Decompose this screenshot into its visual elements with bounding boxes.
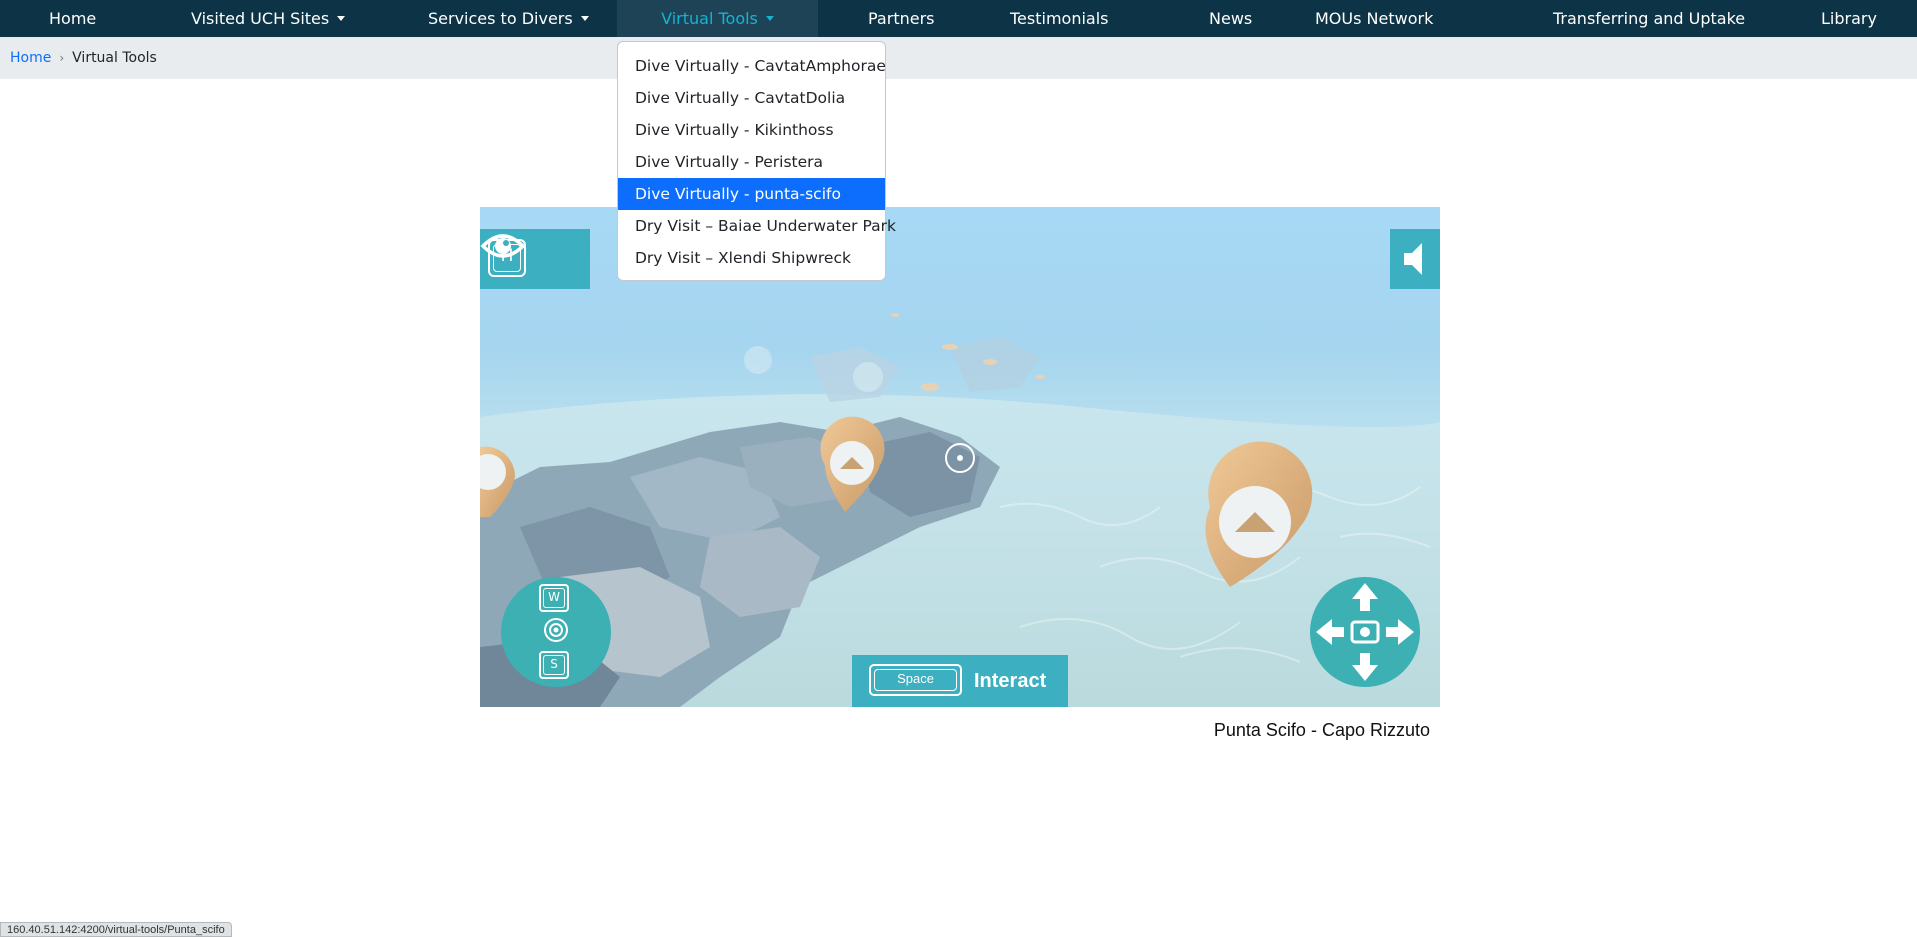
nav-virtual-tools[interactable]: Virtual Tools bbox=[617, 0, 818, 37]
nav-visited-uch-sites[interactable]: Visited UCH Sites bbox=[191, 0, 346, 37]
dropdown-item-baiae[interactable]: Dry Visit – Baiae Underwater Park bbox=[618, 210, 896, 242]
move-arrows-icon bbox=[1316, 583, 1414, 681]
crosshair-icon bbox=[945, 443, 975, 473]
breadcrumb-current: Virtual Tools bbox=[72, 50, 157, 66]
nav-partners[interactable]: Partners bbox=[868, 0, 934, 37]
movement-control[interactable] bbox=[1310, 577, 1420, 687]
vertical-movement-control[interactable]: W S bbox=[501, 577, 611, 687]
viewer-caption: Punta Scifo - Capo Rizzuto bbox=[1213, 720, 1430, 740]
chevron-down-icon bbox=[765, 16, 774, 21]
virtual-tools-dropdown: Dive Virtually - CavtatAmphorae Dive Vir… bbox=[617, 41, 896, 281]
s-key-button[interactable]: S bbox=[539, 651, 569, 679]
nav-library[interactable]: Library bbox=[1821, 0, 1877, 37]
nav-news[interactable]: News bbox=[1209, 0, 1252, 37]
dropdown-item-peristera[interactable]: Dive Virtually - Peristera bbox=[618, 146, 885, 178]
nav-home[interactable]: Home bbox=[49, 0, 96, 37]
breadcrumb: Home › Virtual Tools bbox=[0, 37, 1917, 79]
dropdown-item-kikinthoss[interactable]: Dive Virtually - Kikinthoss bbox=[618, 114, 885, 146]
dropdown-item-cavtat-amphorae[interactable]: Dive Virtually - CavtatAmphorae bbox=[618, 50, 886, 82]
dropdown-item-punta-scifo[interactable]: Dive Virtually - punta-scifo bbox=[618, 178, 885, 210]
nav-services-to-divers[interactable]: Services to Divers bbox=[428, 0, 589, 37]
nav-label: Visited UCH Sites bbox=[191, 9, 330, 28]
nav-label: Virtual Tools bbox=[661, 9, 758, 28]
space-key-button[interactable]: Space bbox=[869, 664, 962, 696]
chevron-down-icon bbox=[580, 16, 589, 21]
target-icon bbox=[544, 618, 568, 642]
interact-panel: Space Interact bbox=[852, 655, 1068, 707]
breadcrumb-separator: › bbox=[59, 51, 65, 65]
interact-label: Interact bbox=[974, 670, 1047, 692]
nav-mous-network[interactable]: MOUs Network bbox=[1315, 0, 1433, 37]
w-key-button[interactable]: W bbox=[539, 584, 569, 612]
nav-label: Services to Divers bbox=[428, 9, 573, 28]
sound-toggle-button[interactable] bbox=[1390, 229, 1440, 289]
dropdown-item-xlendi[interactable]: Dry Visit – Xlendi Shipwreck bbox=[618, 242, 885, 274]
chevron-down-icon bbox=[337, 16, 346, 21]
status-bar-url: 160.40.51.142:4200/virtual-tools/Punta_s… bbox=[0, 922, 232, 937]
hud-help-panel: H bbox=[480, 229, 590, 289]
virtual-dive-viewer[interactable]: H W S Space Interact bbox=[480, 207, 1440, 707]
nav-transferring-and-uptake[interactable]: Transferring and Uptake bbox=[1553, 0, 1745, 37]
dropdown-item-cavtat-dolia[interactable]: Dive Virtually - CavtatDolia bbox=[618, 82, 885, 114]
speaker-icon bbox=[1404, 243, 1422, 275]
breadcrumb-home-link[interactable]: Home bbox=[10, 50, 51, 66]
eye-icon[interactable] bbox=[480, 229, 526, 263]
nav-testimonials[interactable]: Testimonials bbox=[1010, 0, 1109, 37]
top-navbar: Home Visited UCH Sites Services to Diver… bbox=[0, 0, 1917, 37]
